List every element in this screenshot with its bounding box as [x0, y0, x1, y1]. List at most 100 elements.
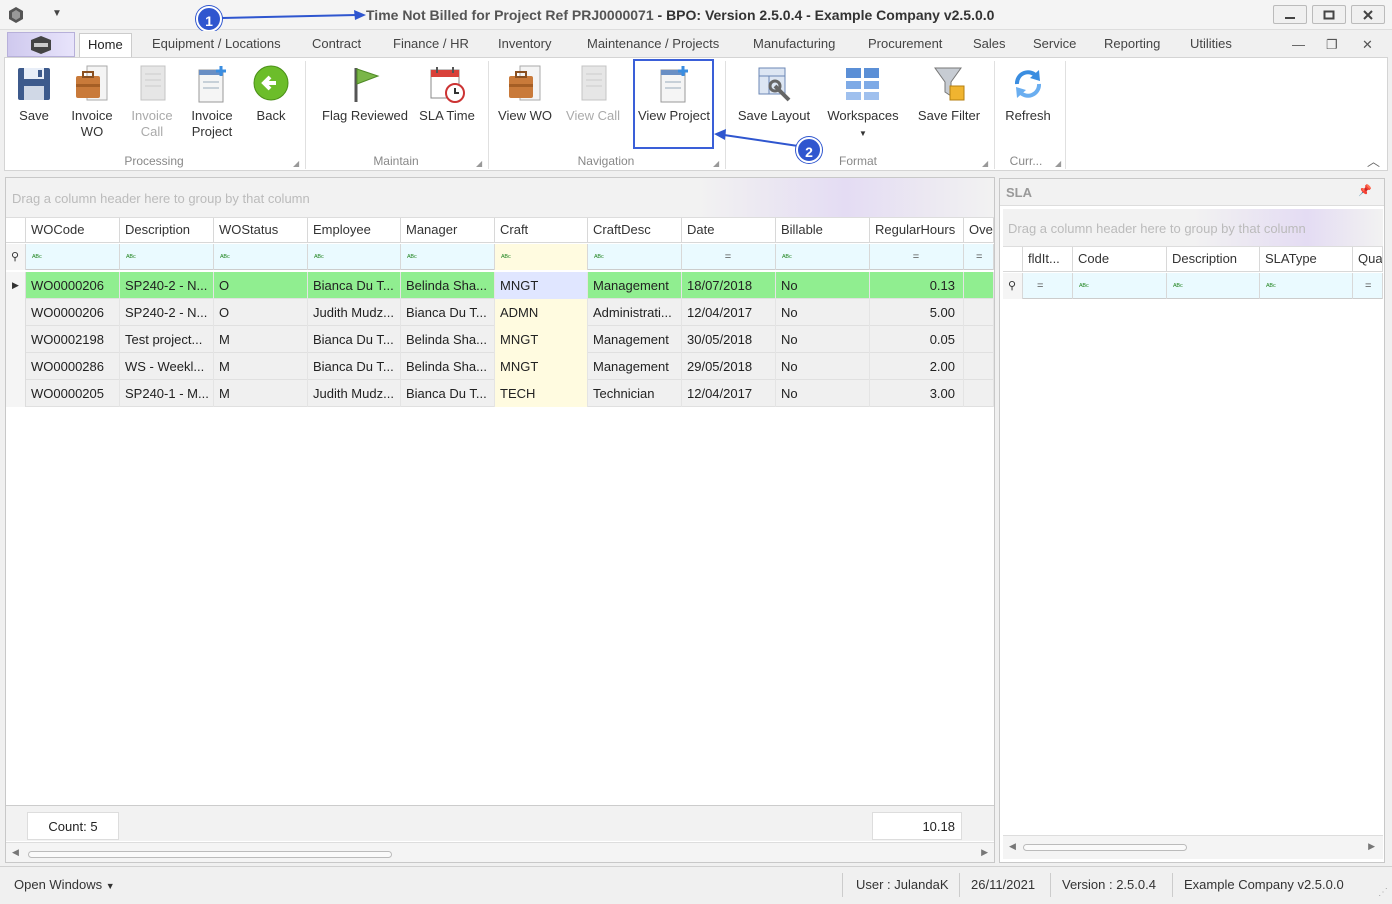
- cell-overtime[interactable]: [964, 326, 994, 353]
- sla-filter-slatype[interactable]: ᴬᴮᶜ: [1260, 273, 1353, 299]
- filter-overtime[interactable]: =: [964, 244, 994, 270]
- cell-employee[interactable]: Bianca Du T...: [308, 326, 401, 353]
- column-header-overtime[interactable]: Over: [964, 218, 994, 243]
- cell-regularhours[interactable]: 2.00: [870, 353, 964, 380]
- open-windows-menu[interactable]: Open Windows ▼: [14, 877, 115, 892]
- cell-manager[interactable]: Bianca Du T...: [401, 299, 495, 326]
- cell-craft[interactable]: MNGT: [495, 272, 588, 299]
- cell-wocode[interactable]: WO0000205: [26, 380, 120, 407]
- cell-overtime[interactable]: [964, 380, 994, 407]
- column-header-wocode[interactable]: WOCode: [26, 218, 120, 243]
- cell-wostatus[interactable]: M: [214, 353, 308, 380]
- sla-horizontal-scrollbar[interactable]: ◀ ▶: [1003, 835, 1383, 859]
- view-wo-button[interactable]: View WO: [495, 64, 555, 124]
- cell-regularhours[interactable]: 3.00: [870, 380, 964, 407]
- back-button[interactable]: Back: [251, 64, 291, 124]
- navigation-launcher-icon[interactable]: ◢: [713, 159, 719, 168]
- filter-description[interactable]: ᴬᴮᶜ: [120, 244, 214, 270]
- format-launcher-icon[interactable]: ◢: [982, 159, 988, 168]
- invoice-call-button[interactable]: Invoice Call: [127, 64, 177, 140]
- sla-column-header-description[interactable]: Description: [1167, 247, 1260, 272]
- tab-sales[interactable]: Sales: [973, 36, 1006, 51]
- cell-overtime[interactable]: [964, 299, 994, 326]
- cell-date[interactable]: 29/05/2018: [682, 353, 776, 380]
- cell-manager[interactable]: Belinda Sha...: [401, 326, 495, 353]
- cell-wocode[interactable]: WO0000206: [26, 299, 120, 326]
- cell-employee[interactable]: Bianca Du T...: [308, 272, 401, 299]
- filter-craftdesc[interactable]: ᴬᴮᶜ: [588, 244, 682, 270]
- current-launcher-icon[interactable]: ◢: [1055, 159, 1061, 168]
- tab-finance-hr[interactable]: Finance / HR: [393, 36, 469, 51]
- group-by-area[interactable]: Drag a column header here to group by th…: [6, 178, 994, 218]
- tab-service[interactable]: Service: [1033, 36, 1076, 51]
- table-row[interactable]: WO0000206 SP240-2 - N... O Judith Mudz..…: [6, 299, 994, 326]
- filter-regularhours[interactable]: =: [870, 244, 964, 270]
- sla-filter-description[interactable]: ᴬᴮᶜ: [1167, 273, 1260, 299]
- cell-regularhours[interactable]: 0.05: [870, 326, 964, 353]
- cell-billable[interactable]: No: [776, 326, 870, 353]
- scroll-right-icon[interactable]: ▶: [1368, 841, 1375, 852]
- pin-icon[interactable]: 📌: [1358, 184, 1372, 197]
- tab-utilities[interactable]: Utilities: [1190, 36, 1232, 51]
- tab-contract[interactable]: Contract: [312, 36, 361, 51]
- quick-access-dropdown-icon[interactable]: ▼: [52, 8, 62, 19]
- cell-employee[interactable]: Judith Mudz...: [308, 299, 401, 326]
- column-header-date[interactable]: Date: [682, 218, 776, 243]
- sla-column-header-code[interactable]: Code: [1073, 247, 1167, 272]
- table-row[interactable]: WO0002198 Test project... M Bianca Du T.…: [6, 326, 994, 353]
- column-header-employee[interactable]: Employee: [308, 218, 401, 243]
- sla-filter-flditem[interactable]: =: [1023, 273, 1073, 299]
- cell-date[interactable]: 18/07/2018: [682, 272, 776, 299]
- sla-column-header-quantity[interactable]: Qua: [1353, 247, 1383, 272]
- processing-launcher-icon[interactable]: ◢: [293, 159, 299, 168]
- cell-overtime[interactable]: [964, 353, 994, 380]
- cell-description[interactable]: SP240-2 - N...: [120, 272, 214, 299]
- mdi-restore-icon[interactable]: ❐: [1326, 37, 1338, 53]
- application-menu-button[interactable]: [7, 32, 75, 57]
- filter-wocode[interactable]: ᴬᴮᶜ: [26, 244, 120, 270]
- minimize-button[interactable]: [1273, 5, 1307, 24]
- sla-filter-code[interactable]: ᴬᴮᶜ: [1073, 273, 1167, 299]
- cell-billable[interactable]: No: [776, 353, 870, 380]
- cell-craft[interactable]: MNGT: [495, 353, 588, 380]
- save-button[interactable]: Save: [15, 64, 53, 124]
- tab-procurement[interactable]: Procurement: [868, 36, 942, 51]
- filter-wostatus[interactable]: ᴬᴮᶜ: [214, 244, 308, 270]
- tab-maintenance-projects[interactable]: Maintenance / Projects: [587, 36, 719, 51]
- filter-date[interactable]: =: [682, 244, 776, 270]
- scrollbar-thumb[interactable]: [28, 851, 392, 858]
- column-header-wostatus[interactable]: WOStatus: [214, 218, 308, 243]
- cell-craft[interactable]: ADMN: [495, 299, 588, 326]
- cell-craft[interactable]: MNGT: [495, 326, 588, 353]
- mdi-close-icon[interactable]: ✕: [1362, 37, 1373, 53]
- cell-craftdesc[interactable]: Technician: [588, 380, 682, 407]
- cell-manager[interactable]: Bianca Du T...: [401, 380, 495, 407]
- cell-description[interactable]: WS - Weekl...: [120, 353, 214, 380]
- cell-regularhours[interactable]: 0.13: [870, 272, 964, 299]
- column-header-regularhours[interactable]: RegularHours: [870, 218, 964, 243]
- scroll-left-icon[interactable]: ◀: [12, 847, 19, 858]
- close-button[interactable]: [1351, 5, 1385, 24]
- sla-column-header-slatype[interactable]: SLAType: [1260, 247, 1353, 272]
- cell-date[interactable]: 12/04/2017: [682, 299, 776, 326]
- cell-regularhours[interactable]: 5.00: [870, 299, 964, 326]
- sla-filter-quantity[interactable]: =: [1353, 273, 1383, 299]
- table-row[interactable]: WO0000205 SP240-1 - M... M Judith Mudz..…: [6, 380, 994, 407]
- scroll-right-icon[interactable]: ▶: [981, 847, 988, 858]
- view-call-button[interactable]: View Call: [563, 64, 623, 124]
- cell-craft[interactable]: TECH: [495, 380, 588, 407]
- column-header-description[interactable]: Description: [120, 218, 214, 243]
- app-logo-icon[interactable]: [7, 6, 25, 24]
- horizontal-scrollbar[interactable]: ◀ ▶: [6, 842, 994, 862]
- cell-billable[interactable]: No: [776, 272, 870, 299]
- cell-craftdesc[interactable]: Administrati...: [588, 299, 682, 326]
- cell-craftdesc[interactable]: Management: [588, 326, 682, 353]
- workspaces-button[interactable]: Workspaces ▼: [823, 64, 903, 142]
- column-header-billable[interactable]: Billable: [776, 218, 870, 243]
- table-row[interactable]: WO0000286 WS - Weekl... M Bianca Du T...…: [6, 353, 994, 380]
- filter-employee[interactable]: ᴬᴮᶜ: [308, 244, 401, 270]
- filter-craft[interactable]: ᴬᴮᶜ: [495, 244, 588, 270]
- cell-manager[interactable]: Belinda Sha...: [401, 353, 495, 380]
- invoice-wo-button[interactable]: Invoice WO: [67, 64, 117, 140]
- cell-date[interactable]: 30/05/2018: [682, 326, 776, 353]
